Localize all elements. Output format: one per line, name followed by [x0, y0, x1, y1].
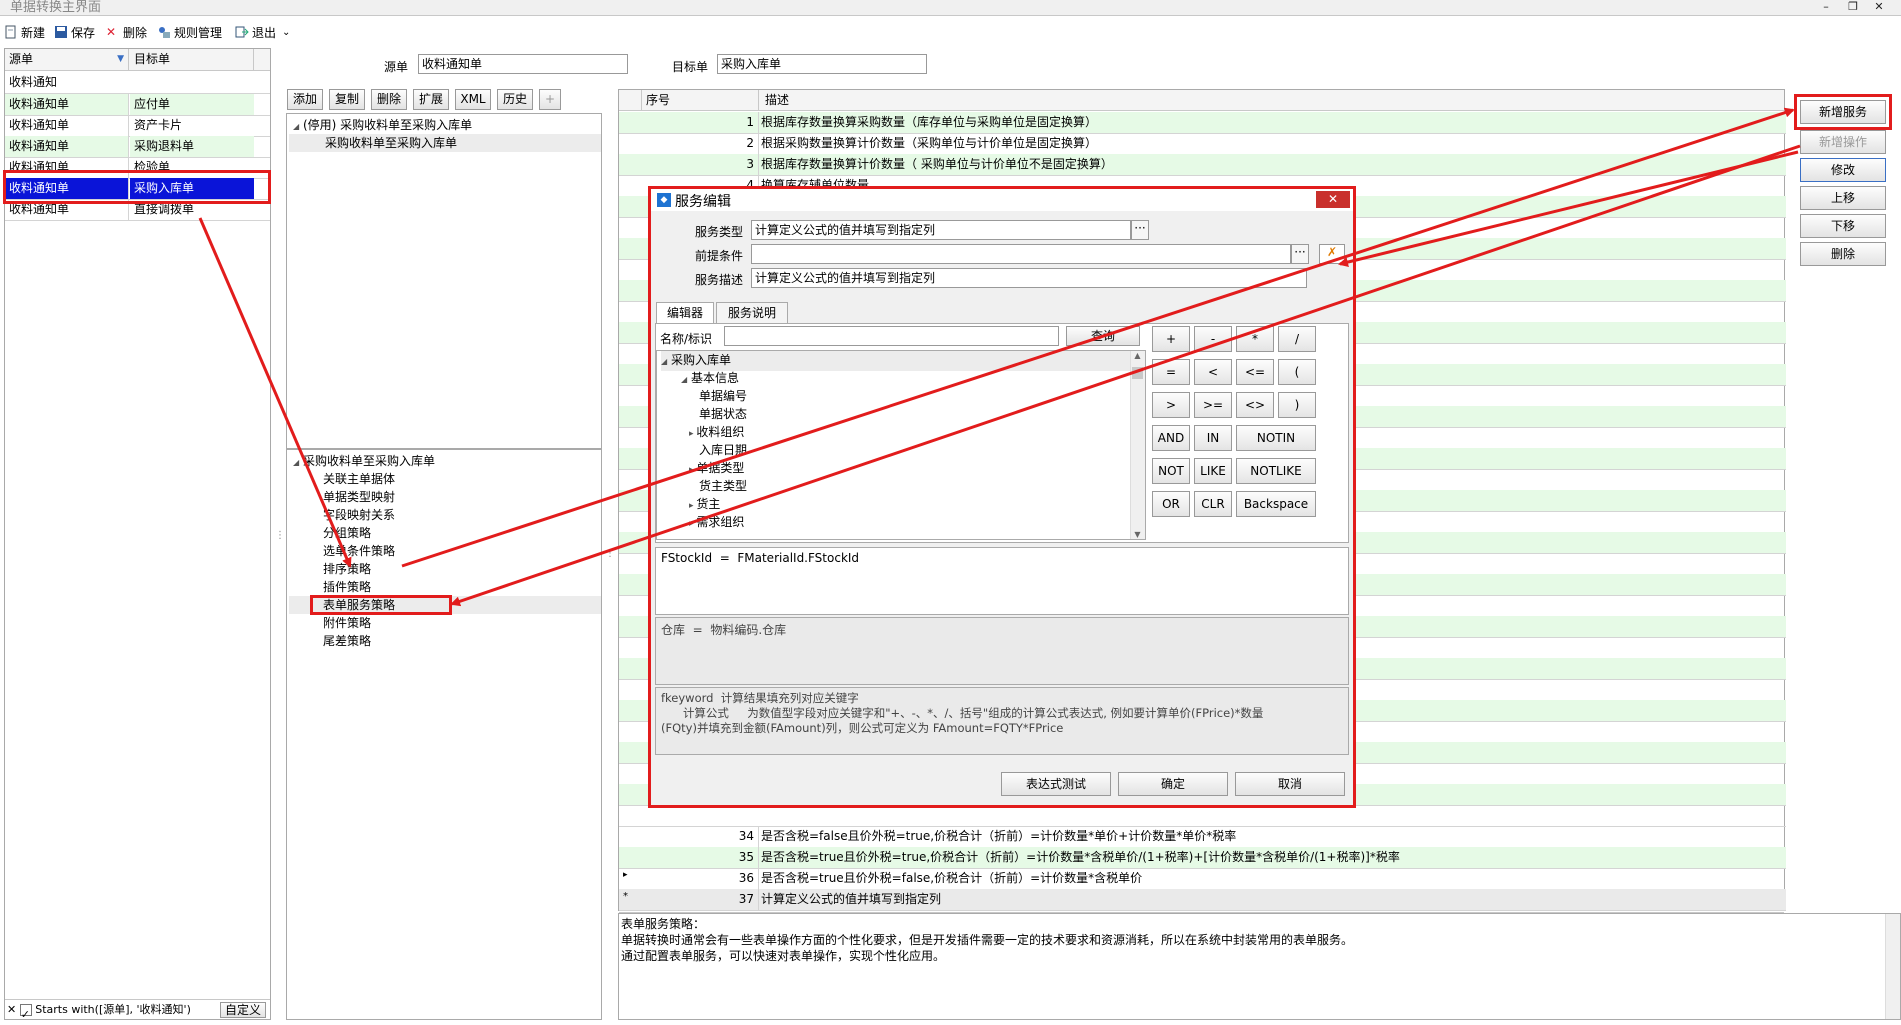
highlight-form-service-strategy: [310, 595, 452, 615]
arrow-left-to-strategy: [198, 217, 352, 568]
arrow-add-service-to-form-service: [450, 144, 1801, 607]
arrow-sort-to-add-service: [401, 107, 1795, 568]
annotation-arrows: [198, 107, 1801, 607]
